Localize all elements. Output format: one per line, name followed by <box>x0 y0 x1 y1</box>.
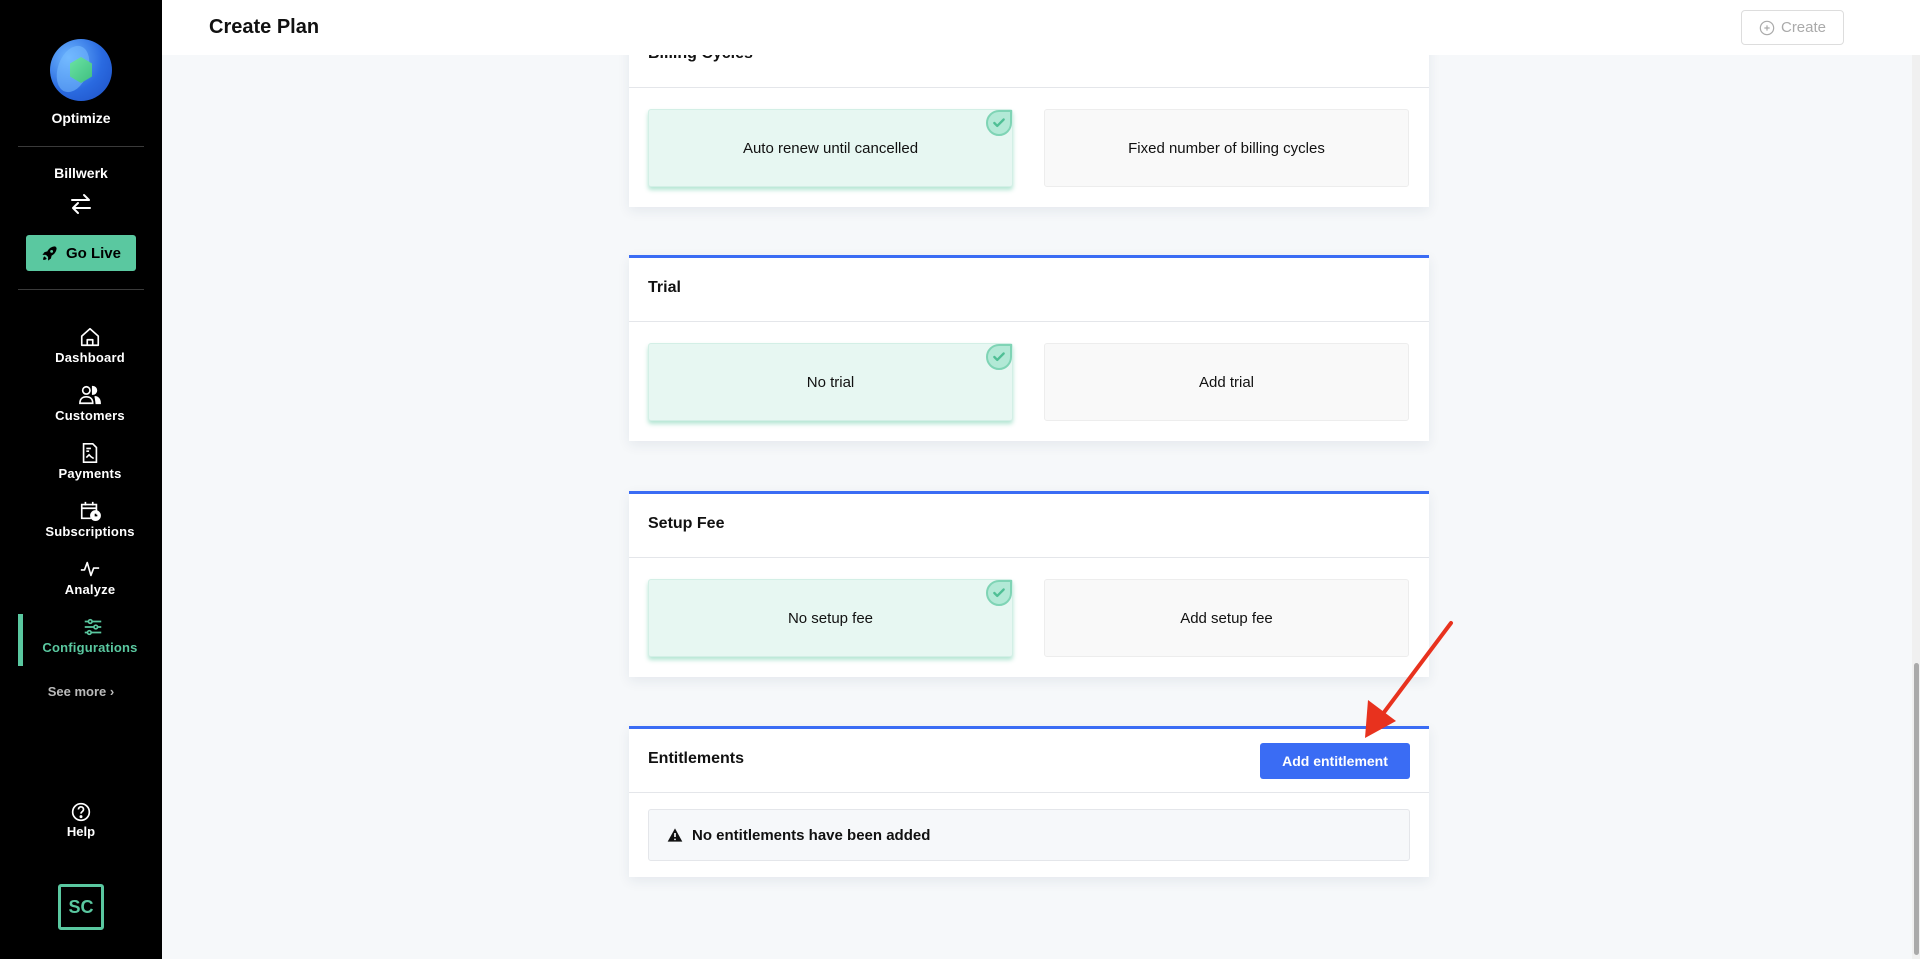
go-live-label: Go Live <box>65 244 121 262</box>
calendar-clock-icon <box>80 501 101 521</box>
chevron-right-icon: › <box>109 684 115 699</box>
optimize-logo-icon <box>50 39 112 101</box>
swap-account-icon[interactable] <box>69 193 93 215</box>
option-label: Add trial <box>1198 373 1255 391</box>
empty-entitlements-notice: No entitlements have been added <box>648 809 1410 861</box>
sidebar-item-payments[interactable]: Payments <box>18 440 162 492</box>
sidebar-item-customers[interactable]: Customers <box>18 382 162 434</box>
option-label: No trial <box>806 373 855 391</box>
sidebar-item-label: Analyze <box>64 582 116 597</box>
setup-fee-section: Setup Fee No setup fee Add setup fee <box>629 491 1429 677</box>
option-fixed-billing-cycles[interactable]: Fixed number of billing cycles <box>1044 109 1409 187</box>
section-header: Billing Cycles <box>629 55 1429 88</box>
option-add-trial[interactable]: Add trial <box>1044 343 1409 421</box>
entitlements-section: Entitlements Add entitlement No entitlem… <box>629 726 1429 877</box>
main-content: Billing Cycles Auto renew until cancelle… <box>162 55 1912 959</box>
page-header: Create Plan Create <box>162 0 1920 55</box>
account-name: Billwerk <box>54 165 108 181</box>
section-title: Billing Cycles <box>648 55 753 63</box>
checkmark-icon <box>986 344 1012 370</box>
trial-section: Trial No trial Add trial <box>629 255 1429 441</box>
sidebar: Optimize Billwerk Go Live Dashboard Cust… <box>0 0 162 959</box>
divider <box>18 289 144 290</box>
warning-icon <box>667 828 683 842</box>
page-title: Create Plan <box>209 16 320 38</box>
divider <box>18 146 144 147</box>
home-icon <box>80 327 100 347</box>
users-icon <box>79 385 101 405</box>
section-header: Trial <box>629 258 1429 322</box>
option-add-setup-fee[interactable]: Add setup fee <box>1044 579 1409 657</box>
empty-message: No entitlements have been added <box>692 826 931 844</box>
add-entitlement-button[interactable]: Add entitlement <box>1260 743 1410 779</box>
sidebar-item-label: Configurations <box>42 640 138 655</box>
sidebar-item-label: Subscriptions <box>45 524 135 539</box>
help-button[interactable]: Help <box>0 802 162 839</box>
option-no-trial[interactable]: No trial <box>648 343 1013 421</box>
sidebar-item-subscriptions[interactable]: Subscriptions <box>18 498 162 550</box>
section-title: Setup Fee <box>648 515 725 532</box>
create-label: Create <box>1780 19 1827 36</box>
sidebar-item-label: Dashboard <box>55 350 125 365</box>
billing-cycles-section: Billing Cycles Auto renew until cancelle… <box>629 55 1429 207</box>
plus-circle-icon <box>1759 20 1775 35</box>
pulse-icon <box>80 561 100 577</box>
sliders-icon <box>84 618 101 636</box>
user-avatar[interactable]: SC <box>58 884 104 930</box>
sidebar-item-dashboard[interactable]: Dashboard <box>18 324 162 376</box>
see-more-link[interactable]: See more › <box>0 684 162 699</box>
see-more-label: See more <box>47 684 107 699</box>
option-label: No setup fee <box>787 609 874 627</box>
option-label: Add setup fee <box>1180 609 1273 627</box>
help-label: Help <box>66 824 96 839</box>
sidebar-item-label: Customers <box>55 408 125 423</box>
create-button[interactable]: Create <box>1741 10 1844 45</box>
option-no-setup-fee[interactable]: No setup fee <box>648 579 1013 657</box>
option-label: Fixed number of billing cycles <box>1128 139 1325 157</box>
checkmark-icon <box>986 580 1012 606</box>
section-title: Entitlements <box>648 750 745 767</box>
sidebar-item-label: Payments <box>58 466 122 481</box>
rocket-icon <box>42 245 57 261</box>
sidebar-item-analyze[interactable]: Analyze <box>18 556 162 608</box>
option-label: Auto renew until cancelled <box>742 139 919 157</box>
section-header: Entitlements Add entitlement <box>629 729 1429 793</box>
go-live-button[interactable]: Go Live <box>26 235 136 271</box>
sidebar-item-configurations[interactable]: Configurations <box>18 614 162 666</box>
scrollbar-thumb[interactable] <box>1914 663 1919 955</box>
document-icon <box>82 443 98 463</box>
section-title: Trial <box>648 279 681 296</box>
option-auto-renew[interactable]: Auto renew until cancelled <box>648 109 1013 187</box>
checkmark-icon <box>986 110 1012 136</box>
help-icon <box>71 802 91 822</box>
brand-name: Optimize <box>51 110 111 126</box>
section-header: Setup Fee <box>629 494 1429 558</box>
